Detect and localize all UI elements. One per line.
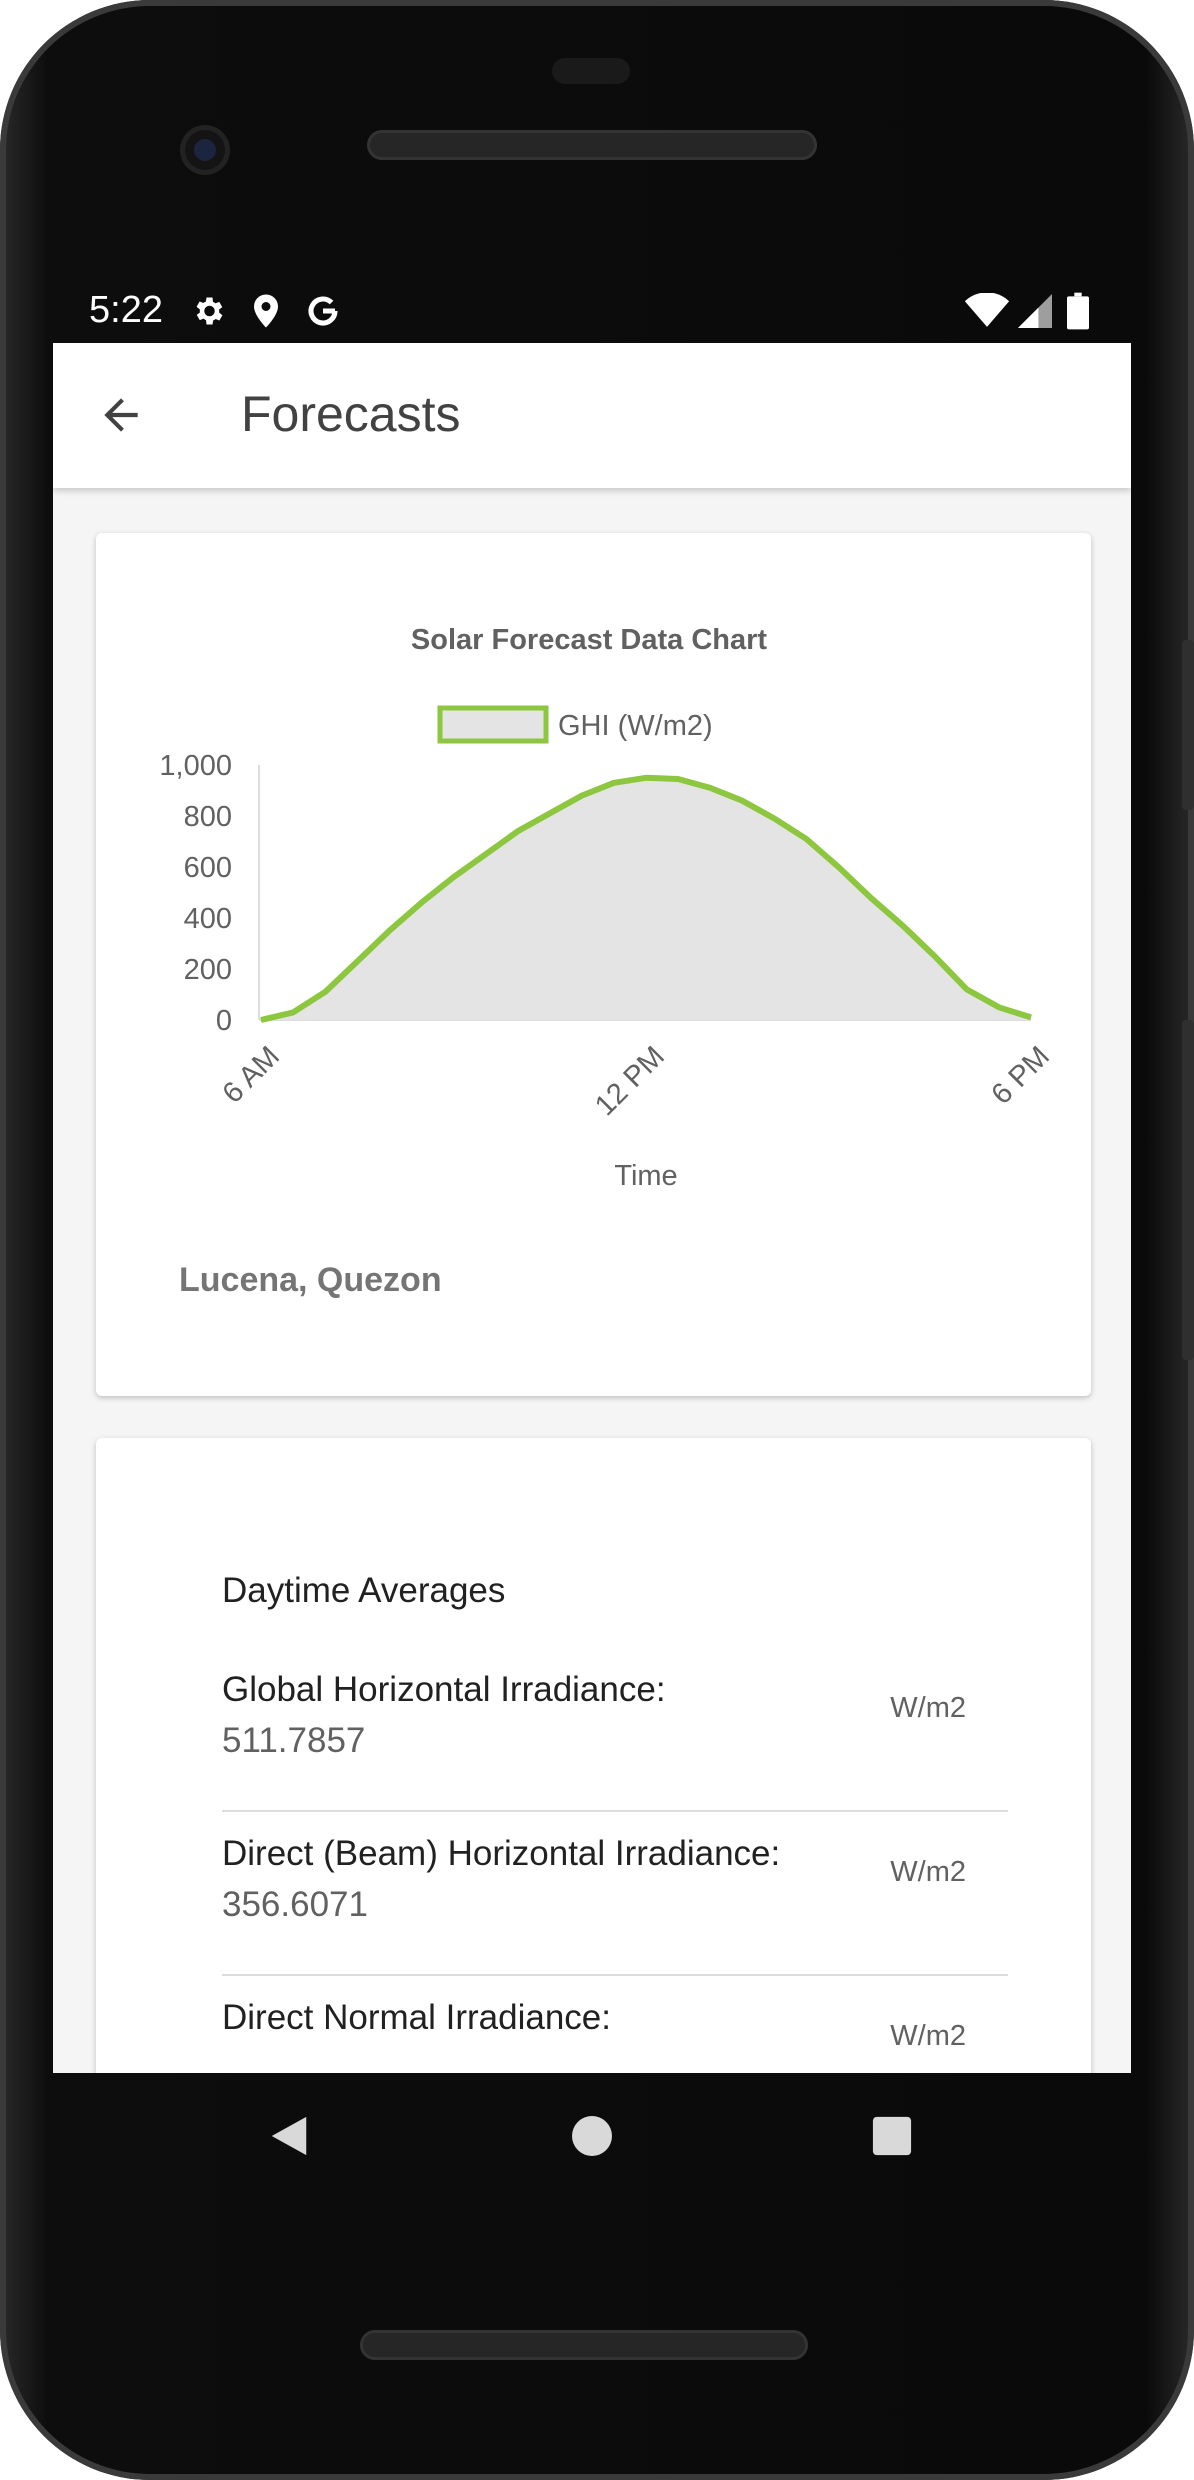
y-tick-label: 600 (184, 852, 232, 884)
volume-button (1182, 1020, 1194, 1360)
y-tick-label: 1,000 (159, 750, 232, 782)
y-tick-label: 200 (184, 954, 232, 986)
cell-signal-icon (1015, 291, 1055, 331)
metric-label: Direct Normal Irradiance: (222, 1998, 611, 2037)
x-tick-label: 6 PM (985, 1040, 1055, 1110)
app-screen: Forecasts Solar Forecast Data Chart GHI … (53, 343, 1131, 2073)
status-time: 5:22 (89, 289, 163, 331)
status-bar: 5:22 (53, 283, 1131, 343)
earpiece-speaker (367, 130, 817, 160)
metric-label: Direct (Beam) Horizontal Irradiance: (222, 1834, 781, 1873)
location-label: Lucena, Quezon (179, 1261, 442, 1299)
x-tick-label: 6 AM (217, 1040, 286, 1109)
y-tick-label: 0 (216, 1005, 232, 1037)
metric-label: Global Horizontal Irradiance: (222, 1670, 666, 1709)
settings-icon (188, 291, 228, 331)
ghi-area-fill (261, 777, 1031, 1020)
front-camera (180, 125, 230, 175)
google-icon (303, 291, 343, 331)
list-item[interactable]: Direct (Beam) Horizontal Irradiance: 356… (222, 1812, 1008, 1976)
solar-forecast-chart: Solar Forecast Data Chart GHI (W/m2) 1,0… (159, 624, 1056, 1192)
location-icon (246, 291, 286, 331)
circle-home-icon (572, 2116, 612, 2156)
arrow-back-icon (104, 398, 138, 432)
chart-title: Solar Forecast Data Chart (411, 624, 768, 656)
list-item[interactable]: Direct Normal Irradiance: W/m2 (222, 1976, 1008, 2073)
nav-home-button[interactable] (564, 2108, 620, 2164)
wifi-icon (963, 291, 1011, 331)
metric-value: 511.7857 (222, 1721, 366, 1760)
bottom-speaker (360, 2330, 808, 2360)
square-recents-icon (872, 2116, 912, 2156)
navigation-bar (53, 2073, 1131, 2199)
page-title: Forecasts (241, 386, 461, 442)
y-tick-labels: 1,000 800 600 400 200 0 (159, 750, 232, 1037)
averages-card: Daytime Averages Global Horizontal Irrad… (96, 1438, 1091, 2073)
back-button[interactable] (91, 385, 151, 445)
x-tick-labels: 6 AM 12 PM 6 PM (217, 1040, 1056, 1122)
list-item[interactable]: Global Horizontal Irradiance: 511.7857 W… (222, 1648, 1008, 1812)
app-bar: Forecasts (53, 343, 1131, 488)
y-tick-label: 400 (184, 903, 232, 935)
power-button (1182, 640, 1194, 810)
nav-back-button[interactable] (261, 2108, 317, 2164)
metric-unit: W/m2 (890, 1856, 966, 1888)
metric-value: 356.6071 (222, 1885, 368, 1924)
x-axis-title: Time (614, 1160, 677, 1192)
proximity-sensor (552, 58, 630, 84)
x-tick-label: 12 PM (589, 1040, 671, 1122)
metric-unit: W/m2 (890, 2020, 966, 2052)
legend-label: GHI (W/m2) (558, 710, 713, 742)
battery-icon (1058, 291, 1098, 331)
legend-swatch (437, 705, 549, 744)
nav-recents-button[interactable] (864, 2108, 920, 2164)
averages-heading: Daytime Averages (222, 1571, 506, 1610)
y-tick-label: 800 (184, 801, 232, 833)
phone-frame: 5:22 Forecasts Solar Forecast Data Chart… (0, 0, 1194, 2480)
metric-unit: W/m2 (890, 1692, 966, 1724)
chart-card: Solar Forecast Data Chart GHI (W/m2) 1,0… (96, 533, 1091, 1396)
triangle-back-icon (271, 2116, 307, 2156)
